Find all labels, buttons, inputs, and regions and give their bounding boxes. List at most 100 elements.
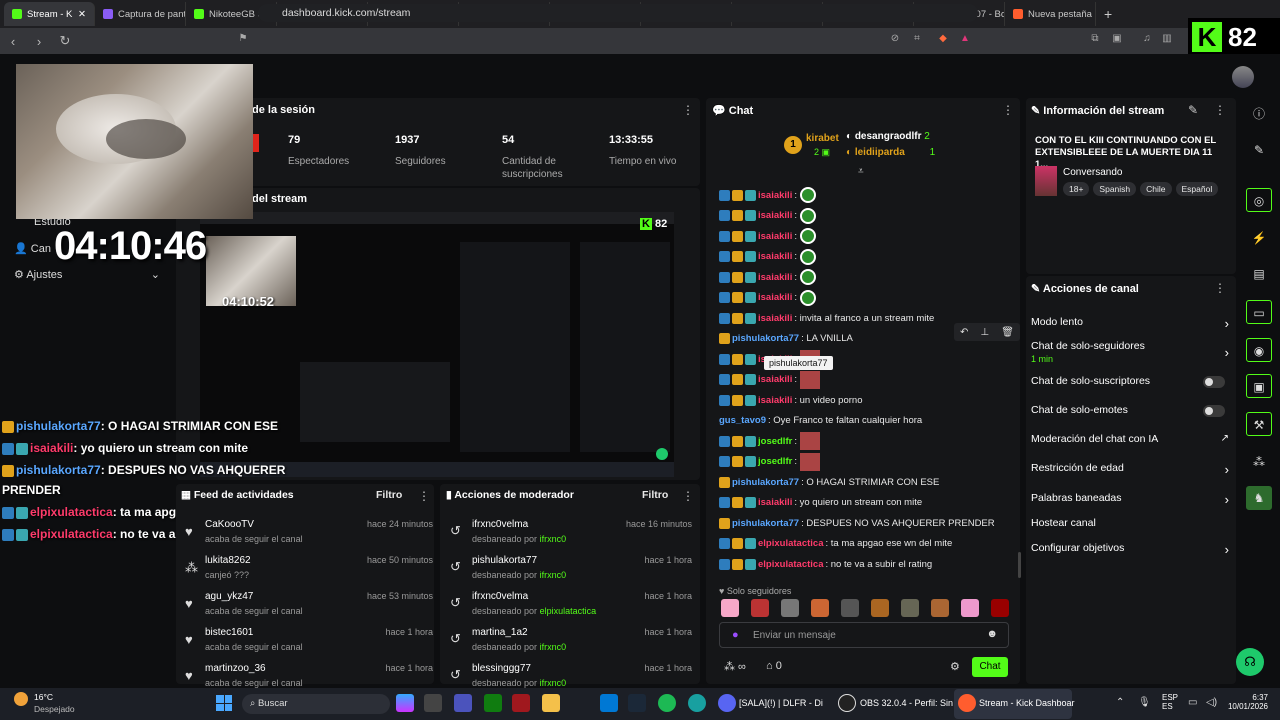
brave-shield-icon[interactable]: ◆ [936, 33, 950, 47]
network-icon[interactable]: ▭ [1188, 697, 1197, 708]
chat-message[interactable]: isaiakili: [719, 226, 1015, 246]
chat-username[interactable]: pishulakorta77 [732, 333, 799, 344]
chatter-avatar[interactable] [721, 599, 739, 617]
taskbar-search[interactable]: ⌕ Buscar [242, 694, 390, 714]
mute-icon[interactable]: ⊘ [888, 33, 902, 47]
chat-message[interactable]: isaiakili: [719, 185, 1015, 205]
send-chat-button[interactable]: Chat [972, 657, 1008, 677]
extensions-icon[interactable]: ⧉ [1088, 33, 1102, 47]
game-icon[interactable]: ♞ [1246, 486, 1272, 510]
mic-tray-icon[interactable]: 🎙 [1138, 697, 1151, 708]
new-tab-icon[interactable]: + [1104, 6, 1112, 22]
chat-username[interactable]: isaiakili [758, 395, 792, 406]
chat-message[interactable]: isaiakili: [719, 267, 1015, 287]
channel-actions-menu-icon[interactable]: ⋮ [1214, 281, 1226, 295]
browser-tab[interactable]: Stream - K ✕ [4, 2, 95, 26]
ai-moderation-setting[interactable]: Moderación del chat con IA ↗ [1031, 433, 1229, 445]
chat-username[interactable]: pishulakorta77 [732, 477, 799, 488]
raid-icon[interactable]: ◎ [1246, 188, 1272, 212]
feed-filter-button[interactable]: Filtro [376, 489, 402, 501]
leader-item[interactable]: ◐ leidiiparda 1 [846, 147, 935, 158]
subscribers-only-toggle[interactable] [1203, 376, 1225, 388]
chat-message[interactable]: elpixulatactica: no te va a subir el rat… [719, 554, 1015, 574]
chatter-avatar[interactable] [901, 599, 919, 617]
chat-message[interactable]: isaiakili: [719, 206, 1015, 226]
top-gifter-name[interactable]: kirabet [806, 133, 839, 144]
browser-tab[interactable]: Nueva pestaña [1005, 2, 1096, 26]
chat-username[interactable]: elpixulatactica [758, 559, 823, 570]
chat-scrollbar[interactable] [1018, 552, 1021, 578]
chat-message[interactable]: isaiakili: [719, 370, 1015, 390]
reply-icon[interactable]: ↶ [960, 327, 968, 338]
close-tab-icon[interactable]: ✕ [78, 9, 86, 20]
spotify-icon[interactable] [658, 694, 676, 712]
outlook-icon[interactable] [600, 694, 618, 712]
chat-username[interactable]: isaiakili [758, 190, 792, 201]
age-restriction-setting[interactable]: Restricción de edad › [1031, 462, 1229, 477]
session-menu-icon[interactable]: ⋮ [682, 103, 694, 117]
host-channel-setting[interactable]: Hostear canal [1031, 517, 1229, 529]
chat-username[interactable]: isaiakili [758, 374, 792, 385]
chatter-avatar[interactable] [931, 599, 949, 617]
pin-icon[interactable]: ⊥ [980, 327, 989, 338]
steam-icon[interactable] [628, 694, 646, 712]
chat-username[interactable]: josedlfr [758, 456, 792, 467]
volume-icon[interactable]: ◁) [1206, 697, 1217, 708]
help-bubble-icon[interactable]: ☊ [1236, 648, 1264, 676]
banned-words-setting[interactable]: Palabras baneadas › [1031, 492, 1229, 507]
chat-message[interactable]: isaiakili: yo quiero un stream con mite [719, 493, 1015, 513]
taskbar-app-discord[interactable]: [SALA](!) | DLFR - Di [739, 698, 823, 708]
moderator-filter-button[interactable]: Filtro [642, 489, 668, 501]
bolt-icon[interactable]: ⚡ [1246, 226, 1272, 250]
stream-info-menu-icon[interactable]: ⋮ [1214, 103, 1226, 117]
screenshot-icon[interactable]: ▣ [1110, 33, 1124, 47]
windows-start-icon[interactable] [216, 695, 232, 711]
user-avatar[interactable] [1232, 66, 1254, 88]
document-icon[interactable]: ▤ [1246, 262, 1272, 286]
sidebar-icon[interactable]: ▥ [1160, 33, 1174, 47]
edit-icon[interactable]: ✎ [1188, 103, 1198, 117]
chat-message[interactable]: elpixulatactica: ta ma apgao ese wn del … [719, 534, 1015, 554]
broadcast-icon[interactable]: ◉ [1246, 338, 1272, 362]
emotes-only-toggle[interactable] [1203, 405, 1225, 417]
chat-username[interactable]: isaiakili [758, 251, 792, 262]
xbox-icon[interactable] [484, 694, 502, 712]
chat-message[interactable]: isaiakili: un video porno [719, 390, 1015, 410]
chat-message[interactable]: josedlfr: [719, 452, 1015, 472]
chatter-avatar[interactable] [751, 599, 769, 617]
nav-ajustes[interactable]: ⚙ Ajustes ⌄ [14, 268, 160, 281]
chat-message[interactable]: pishulakorta77: O HAGAI STRIMIAR CON ESE [719, 472, 1015, 492]
chatter-avatar[interactable] [871, 599, 889, 617]
activity-rail-icon[interactable]: ⁂ [1246, 450, 1272, 474]
chat-username[interactable]: pishulakorta77 [732, 518, 799, 529]
chat-rail-icon[interactable]: ▭ [1246, 300, 1272, 324]
chatter-avatar[interactable] [961, 599, 979, 617]
moderator-menu-icon[interactable]: ⋮ [682, 489, 694, 503]
obs-icon[interactable] [838, 694, 856, 712]
chat-username[interactable]: josedlfr [758, 436, 792, 447]
back-icon[interactable]: ‹ [0, 34, 26, 49]
forward-icon[interactable]: › [26, 34, 52, 49]
browser-tab[interactable]: Captura de pant [95, 2, 186, 26]
emoji-icon[interactable]: ☻ [986, 628, 998, 640]
delete-icon[interactable]: 🗑 [1001, 327, 1014, 338]
edit-stream-icon[interactable]: ✎ [1246, 138, 1272, 162]
channel-points-icon[interactable]: ⁂ ∞ [724, 660, 746, 673]
chat-username[interactable]: isaiakili [758, 292, 792, 303]
chat-username[interactable]: gus_tavo9 [719, 415, 766, 426]
chatter-avatar[interactable] [991, 599, 1009, 617]
language-indicator[interactable]: ESP ES [1162, 693, 1178, 711]
chatter-avatar[interactable] [841, 599, 859, 617]
folder-icon[interactable] [542, 694, 560, 712]
nav-canal[interactable]: 👤 Can [14, 242, 51, 255]
translate-icon[interactable]: ⌗ [910, 33, 924, 47]
chat-username[interactable]: isaiakili [758, 231, 792, 242]
info-icon[interactable]: ⓘ [1246, 102, 1272, 126]
moderator-rail-icon[interactable]: ▣ [1246, 374, 1272, 398]
chat-message[interactable]: isaiakili: [719, 288, 1015, 308]
teams-icon[interactable] [454, 694, 472, 712]
chat-username[interactable]: isaiakili [758, 210, 792, 221]
pinned-collapse-icon[interactable]: ⩡ [858, 166, 864, 177]
url-field[interactable]: dashboard.kick.com/stream [258, 4, 978, 22]
chat-message[interactable]: gus_tavo9: Oye Franco te faltan cualquie… [719, 411, 1015, 431]
